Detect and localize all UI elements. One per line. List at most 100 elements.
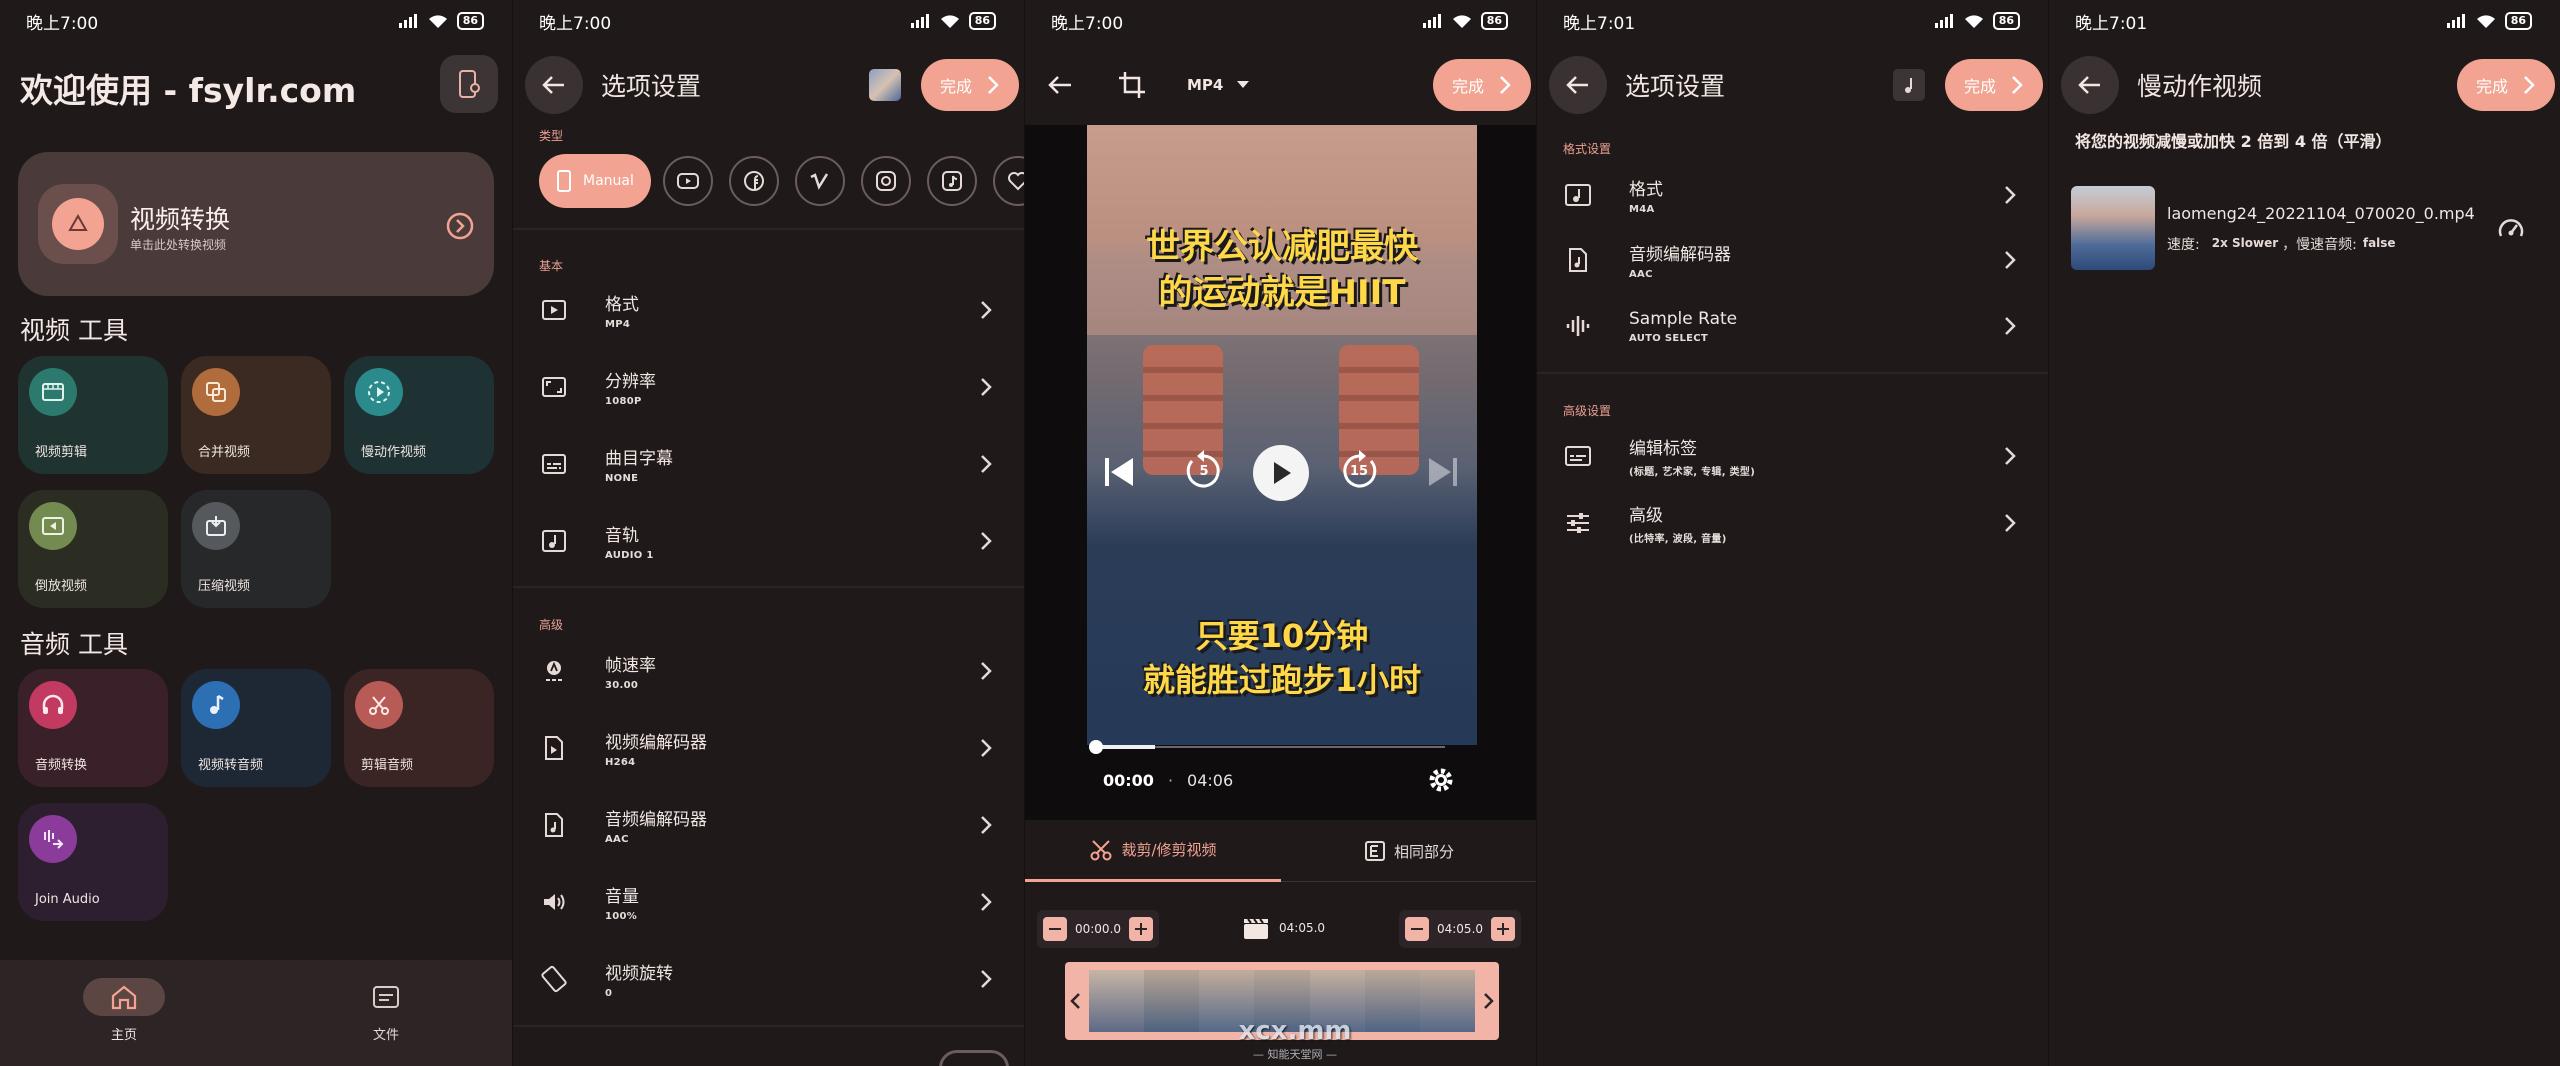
- settings-gear-icon[interactable]: [1427, 766, 1455, 794]
- chevron-right-icon: [981, 739, 992, 757]
- nav-home[interactable]: 主页: [83, 978, 165, 1048]
- tool-audio-convert[interactable]: 音频转换: [18, 669, 168, 787]
- option-video-codec[interactable]: 视频编解码器 H264: [513, 710, 1024, 786]
- chip-facebook[interactable]: [729, 156, 779, 206]
- status-bar: 晚上7:00 86: [0, 0, 512, 42]
- done-button[interactable]: 完成: [2457, 59, 2555, 111]
- audio-option-advanced[interactable]: 高级 (比特率, 波段, 音量): [1537, 486, 2048, 560]
- nav-files[interactable]: 文件: [345, 978, 427, 1048]
- chip-favorite[interactable]: [993, 156, 1024, 206]
- crop-icon[interactable]: [1117, 70, 1147, 100]
- wifi-icon: [1452, 14, 1471, 28]
- chevron-right-icon: [2005, 186, 2016, 204]
- format-dropdown[interactable]: MP4: [1187, 76, 1250, 94]
- skip-previous-icon[interactable]: [1099, 452, 1139, 492]
- trim-handle-left-icon[interactable]: [1069, 992, 1081, 1010]
- end-plus-button[interactable]: [1491, 917, 1515, 941]
- tool-compress-video[interactable]: 压缩视频: [181, 490, 331, 608]
- dropdown-icon: [1237, 81, 1250, 88]
- option-frame-rate[interactable]: 帧速率 30.00: [513, 633, 1024, 709]
- page-title: 选项设置: [1625, 72, 1726, 101]
- done-button[interactable]: 完成: [921, 59, 1019, 111]
- option-resolution[interactable]: 分辨率 1080P: [513, 349, 1024, 425]
- tool-join-audio[interactable]: Join Audio: [18, 803, 168, 921]
- battery-icon: 86: [1480, 12, 1508, 30]
- start-plus-button[interactable]: [1129, 917, 1153, 941]
- page-title: 慢动作视频: [2137, 72, 2263, 101]
- rewind-button[interactable]: 5: [1180, 447, 1228, 495]
- tab-same-part[interactable]: 相同部分: [1281, 820, 1536, 882]
- back-button[interactable]: [525, 56, 583, 114]
- audio-option-sample-rate[interactable]: Sample Rate AUTO SELECT: [1537, 289, 2048, 363]
- audio-thumbnail: [1893, 69, 1925, 101]
- status-bar: 晚上7:00 86: [1025, 0, 1536, 42]
- option-audio-track[interactable]: 音轨 AUDIO 1: [513, 503, 1024, 579]
- chip-tiktok[interactable]: [927, 156, 977, 206]
- split-icon: [1364, 841, 1385, 861]
- arrow-left-icon: [542, 76, 564, 94]
- type-section-label: 类型: [539, 129, 564, 143]
- arrow-right-circle-icon: [446, 212, 474, 240]
- chip-vimeo[interactable]: [795, 156, 845, 206]
- instagram-icon: [876, 171, 896, 191]
- speed-gauge-icon[interactable]: [2497, 216, 2525, 242]
- option-volume[interactable]: 音量 100%: [513, 864, 1024, 940]
- watermark: xcx.mm — 知能天堂网 —: [1238, 1016, 1352, 1061]
- trim-handle-right-icon[interactable]: [1483, 992, 1495, 1010]
- back-button[interactable]: [1047, 74, 1073, 96]
- video-convert-icon: [38, 184, 118, 264]
- phone-settings-icon: [459, 70, 480, 98]
- chip-manual[interactable]: Manual: [539, 154, 651, 208]
- waveform-icon: [1566, 316, 1590, 336]
- headphones-icon: [29, 681, 77, 729]
- file-item[interactable]: laomeng24_20221104_070020_0.mp4 速度: 2x S…: [2049, 180, 2560, 280]
- chevron-right-icon: [988, 76, 999, 94]
- video-player[interactable]: 世界公认减肥最快 的运动就是HIIT 只要10分钟 就能胜过跑步1小时 5 15…: [1025, 125, 1536, 820]
- tool-reverse-video[interactable]: 倒放视频: [18, 490, 168, 608]
- facebook-icon: [744, 171, 764, 191]
- end-minus-button[interactable]: [1405, 917, 1429, 941]
- video-file-icon: [542, 300, 566, 320]
- tool-slow-motion[interactable]: 慢动作视频: [344, 356, 494, 474]
- tab-trim[interactable]: 裁剪/修剪视频: [1025, 820, 1281, 882]
- chevron-right-icon: [2005, 447, 2016, 465]
- tool-merge-video[interactable]: 合并视频: [181, 356, 331, 474]
- description: 将您的视频减慢或加快 2 倍到 4 倍（平滑）: [2075, 132, 2392, 151]
- option-audio-codec[interactable]: 音频编解码器 AAC: [513, 787, 1024, 863]
- done-button[interactable]: 完成: [1945, 59, 2043, 111]
- audio-option-edit-tags[interactable]: 编辑标签 (标题, 艺术家, 专辑, 类型): [1537, 419, 2048, 493]
- chip-instagram[interactable]: [861, 156, 911, 206]
- time-current: 00:00: [1103, 771, 1154, 790]
- tool-cut-audio[interactable]: 剪辑音频: [344, 669, 494, 787]
- back-button[interactable]: [1549, 56, 1607, 114]
- option-subtitles[interactable]: 曲目字幕 NONE: [513, 426, 1024, 502]
- audio-option-codec[interactable]: 音频编解码器 AAC: [1537, 223, 2048, 297]
- option-format[interactable]: 格式 MP4: [513, 272, 1024, 348]
- audio-codec-icon: [545, 813, 563, 837]
- wifi-icon: [2476, 14, 2495, 28]
- forward-button[interactable]: 15: [1335, 447, 1383, 495]
- video-frame: 世界公认减肥最快 的运动就是HIIT 只要10分钟 就能胜过跑步1小时: [1087, 125, 1477, 745]
- tool-video-edit[interactable]: 视频剪辑: [18, 356, 168, 474]
- video-convert-card[interactable]: 视频转换 单击此处转换视频: [18, 152, 494, 296]
- tool-video-to-audio[interactable]: 视频转音频: [181, 669, 331, 787]
- start-minus-button[interactable]: [1043, 917, 1067, 941]
- seek-bar[interactable]: [1089, 740, 1445, 754]
- done-button[interactable]: 完成: [1433, 59, 1531, 111]
- audio-option-format[interactable]: 格式 M4A: [1537, 158, 2048, 232]
- chip-youtube[interactable]: [663, 156, 713, 206]
- toggle-switch[interactable]: [939, 1050, 1009, 1066]
- home-screen: 晚上7:00 86 欢迎使用 - fsylr.com 视频转换 单击此处转换视频…: [0, 0, 512, 1066]
- signal-icon: [2446, 14, 2465, 28]
- skip-next-icon[interactable]: [1423, 452, 1463, 492]
- battery-icon: 86: [456, 12, 484, 30]
- files-shortcut-button[interactable]: [440, 55, 498, 113]
- option-rotation[interactable]: 视频旋转 0: [513, 941, 1024, 1017]
- wifi-icon: [1964, 14, 1983, 28]
- trim-controls: 00:00.0 04:05.0 04:05.0: [1025, 900, 1536, 956]
- play-button[interactable]: [1253, 445, 1309, 501]
- back-button[interactable]: [2061, 56, 2119, 114]
- hero-title: 视频转换: [130, 205, 231, 234]
- seek-thumb[interactable]: [1089, 740, 1103, 754]
- chevron-right-icon: [981, 301, 992, 319]
